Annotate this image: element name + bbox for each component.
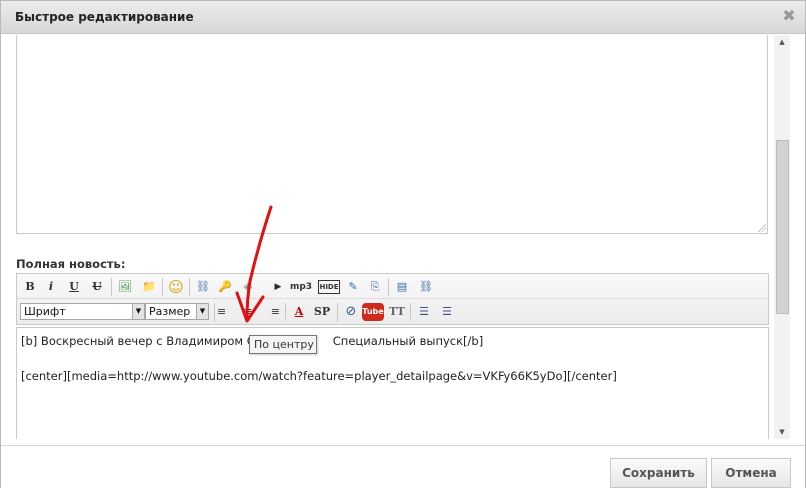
chevron-down-icon: ▼ (196, 304, 208, 319)
youtube-icon[interactable]: Tube (362, 303, 384, 321)
vertical-scrollbar[interactable]: ▲ ▼ (774, 35, 790, 439)
italic-icon[interactable]: i (42, 278, 60, 296)
bold-icon[interactable]: B (21, 278, 39, 296)
dialog-title: Быстрое редактирование (15, 10, 194, 24)
code-icon[interactable]: ⎘ (366, 278, 384, 296)
toolbar-row-2: Шрифт ▼ Размер ▼ ≡ ≡ ≡ A SP ⊘ Tube TT ☰ … (17, 300, 768, 324)
underline-icon[interactable]: U (65, 278, 83, 296)
toolbar-divider (337, 303, 338, 321)
editor-text-part-2: Специальный выпуск[/b] (332, 334, 484, 348)
align-center-tooltip: По центру (249, 335, 317, 354)
image-icon[interactable]: 🖼 (116, 278, 134, 296)
dialog-footer: Сохранить Отмена (1, 445, 805, 488)
editor-text-part-1: [b] Воскресный вечер с Владимиром С (21, 334, 255, 348)
edit-icon[interactable]: ✎ (344, 278, 362, 296)
mp3-icon[interactable]: mp3 (289, 278, 313, 296)
size-select[interactable]: Размер ▼ (145, 303, 209, 320)
bullet-list-icon[interactable]: ☰ (415, 303, 433, 321)
typograph-icon[interactable]: TT (388, 303, 406, 321)
flash-icon[interactable]: ◈ (239, 278, 257, 296)
save-button[interactable]: Сохранить (610, 458, 707, 488)
toolbar-divider (410, 303, 411, 321)
link-icon[interactable]: ⛓ (194, 278, 212, 296)
chevron-down-icon: ▼ (132, 304, 144, 319)
align-right-icon[interactable]: ≡ (262, 303, 280, 321)
scroll-up-icon[interactable]: ▲ (774, 35, 790, 49)
toolbar-divider (388, 278, 389, 296)
font-select[interactable]: Шрифт ▼ (20, 303, 145, 320)
scrollbar-thumb[interactable] (776, 140, 789, 314)
toolbar-row-1: B i U U 🖼 📁 ☺ ⛓ 🔑 ◈ ▶ mp3 HIDE ✎ ⎘ ▤ ⛓ (17, 275, 768, 299)
page-icon[interactable]: ▤ (393, 278, 411, 296)
size-select-value: Размер (149, 305, 191, 318)
compass-icon[interactable]: ⊘ (342, 303, 360, 321)
quick-edit-dialog: Быстрое редактирование ✖ Полная новость:… (0, 0, 806, 488)
media-play-icon[interactable]: ▶ (269, 278, 287, 296)
smile-icon[interactable]: ☺ (167, 278, 185, 296)
align-center-icon[interactable]: ≡ (239, 303, 257, 321)
align-left-icon[interactable]: ≡ (217, 303, 235, 321)
toolbar-divider (162, 278, 163, 296)
resize-grip-icon[interactable] (758, 224, 766, 232)
numbered-list-icon[interactable]: ☰ (438, 303, 456, 321)
font-select-value: Шрифт (24, 305, 66, 318)
dialog-content: Полная новость: B i U U 🖼 📁 ☺ ⛓ 🔑 ◈ ▶ mp… (1, 35, 789, 439)
pagebreak-icon[interactable]: ⛓ (417, 278, 435, 296)
spoiler-icon[interactable]: SP (311, 303, 333, 321)
bbcode-toolbar: B i U U 🖼 📁 ☺ ⛓ 🔑 ◈ ▶ mp3 HIDE ✎ ⎘ ▤ ⛓ Ш… (16, 273, 769, 325)
cancel-button[interactable]: Отмена (711, 458, 791, 488)
toolbar-divider (285, 303, 286, 321)
text-color-icon[interactable]: A (290, 303, 308, 321)
toolbar-divider (214, 303, 215, 321)
key-icon[interactable]: 🔑 (216, 278, 234, 296)
full-news-label: Полная новость: (16, 257, 126, 271)
close-icon[interactable]: ✖ (781, 8, 797, 24)
dialog-titlebar[interactable]: Быстрое редактирование ✖ (1, 1, 805, 34)
toolbar-divider (111, 278, 112, 296)
editor-line-2: [center][media=http://www.youtube.com/wa… (21, 369, 617, 383)
strikethrough-icon[interactable]: U (88, 278, 106, 296)
scroll-down-icon[interactable]: ▼ (774, 425, 790, 439)
full-news-editor[interactable]: [b] Воскресный вечер с Владимиром С Специ… (16, 327, 769, 439)
short-news-textarea[interactable] (16, 35, 768, 234)
toolbar-divider (189, 278, 190, 296)
hide-icon[interactable]: HIDE (318, 280, 340, 294)
folder-icon[interactable]: 📁 (140, 278, 158, 296)
